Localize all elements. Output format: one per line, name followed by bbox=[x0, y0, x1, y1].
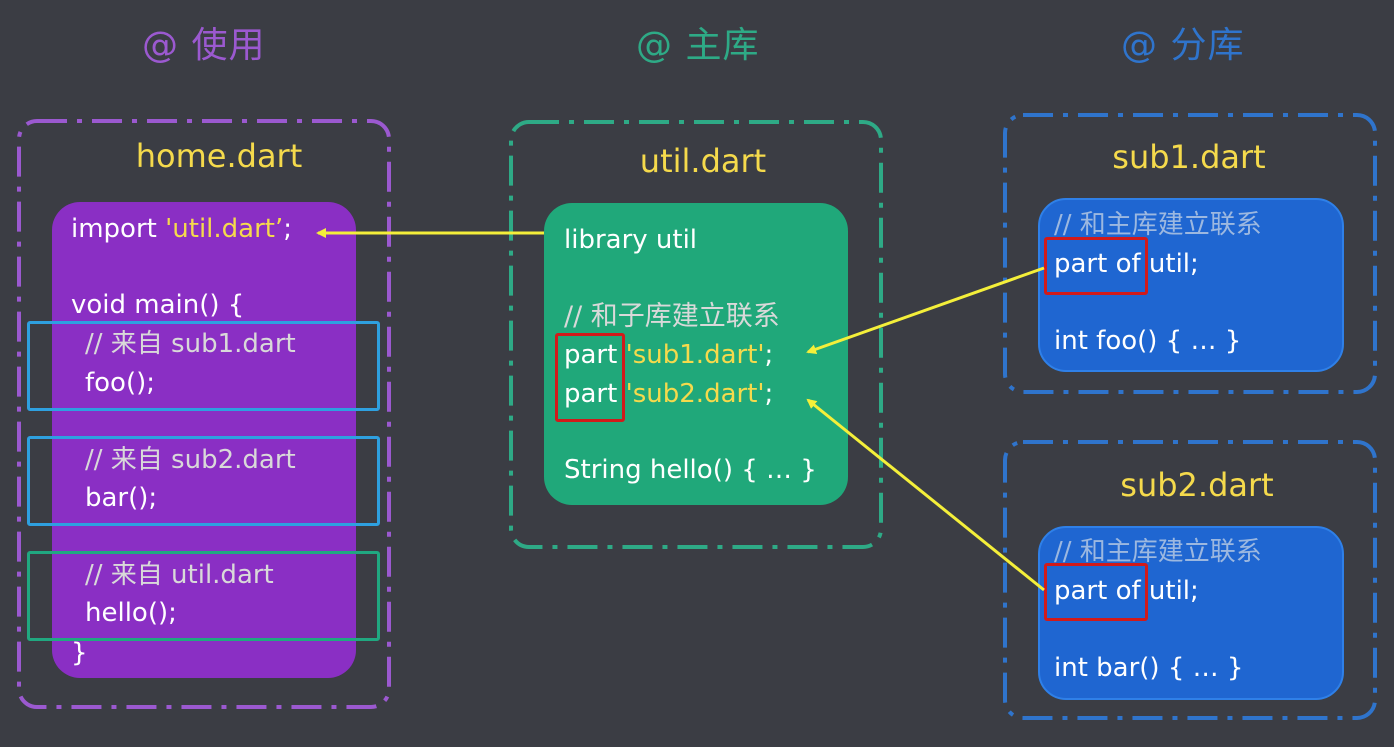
arrow-sub1-to-util bbox=[806, 266, 1045, 355]
arrows-layer bbox=[316, 228, 1045, 592]
arrow-sub2-to-util bbox=[806, 398, 1045, 592]
